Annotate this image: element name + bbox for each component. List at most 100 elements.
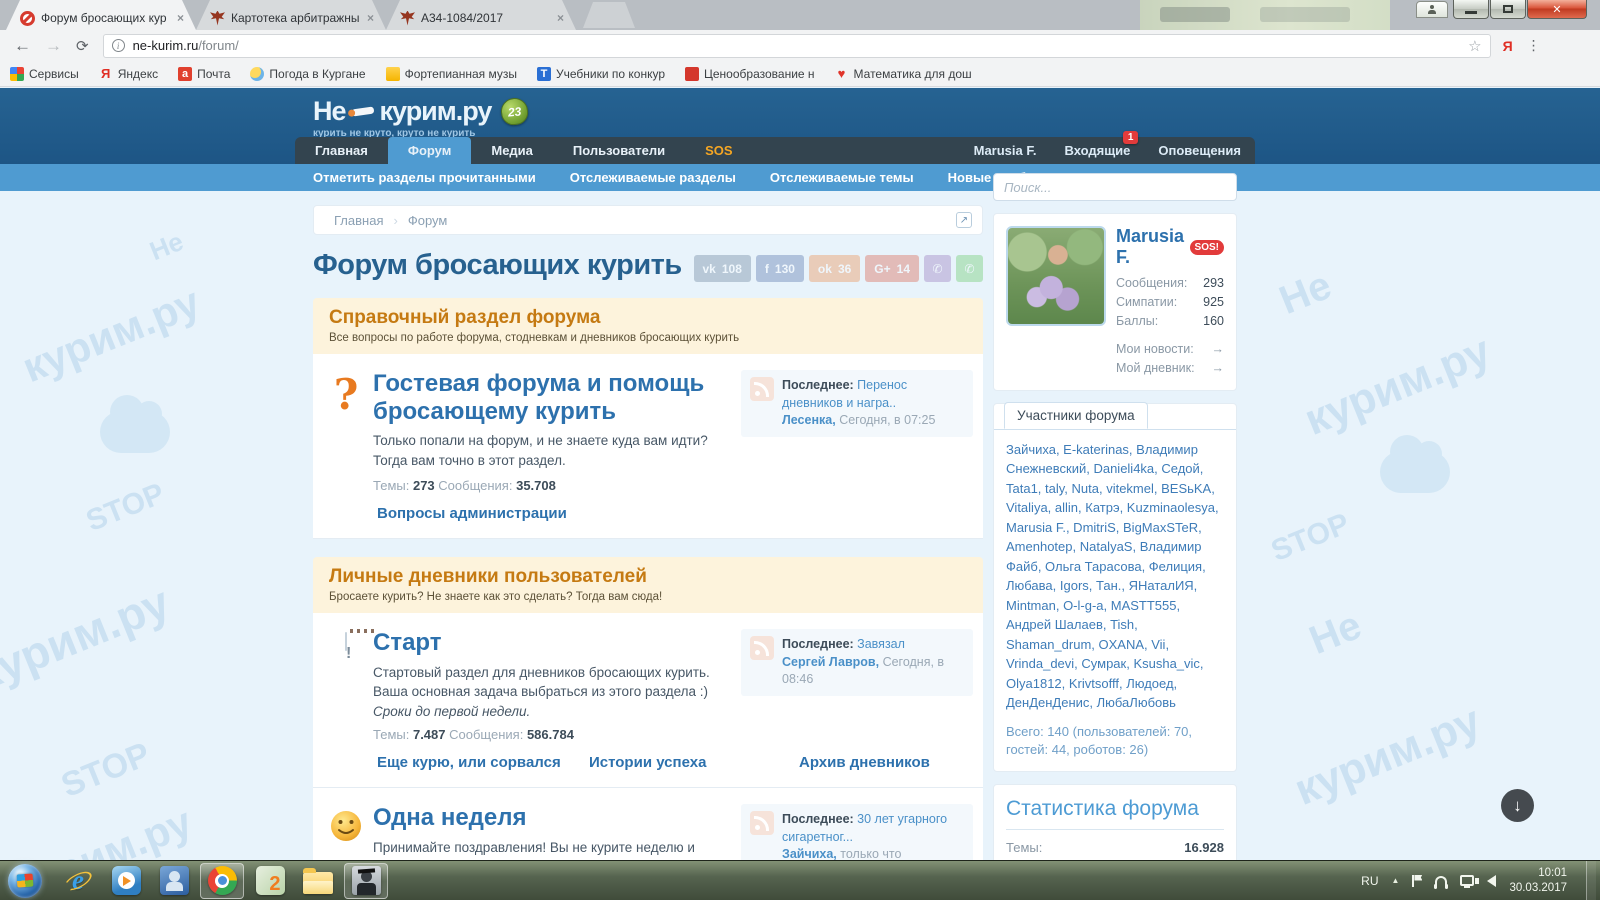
nav-media[interactable]: Медиа [471, 137, 553, 164]
forum-subnav: Отметить разделы прочитанными Отслеживае… [0, 164, 1600, 191]
messenger-icon [159, 866, 189, 895]
site-logo[interactable]: Не курим.ру 23 курить не круто, круто не… [313, 96, 530, 139]
viber-share-button[interactable]: ✆ [924, 255, 951, 282]
last-post-author[interactable]: Сергей Лавров, [782, 655, 879, 669]
taskbar-messenger[interactable] [152, 863, 196, 899]
page-info-icon[interactable]: i [111, 39, 125, 52]
subforum-admin-questions[interactable]: Вопросы администрации [377, 505, 567, 522]
nav-home[interactable]: Главная [295, 137, 388, 164]
vk-icon: vk [702, 261, 716, 276]
action-center-flag-icon[interactable] [1412, 874, 1422, 887]
sos-badge[interactable]: SOS! [1189, 239, 1224, 255]
bookmark-mail[interactable]: a Почта [178, 66, 230, 81]
forward-icon[interactable]: → [45, 36, 62, 56]
start-button[interactable] [8, 863, 42, 898]
nav-inbox[interactable]: Входящие 1 [1050, 131, 1144, 158]
browser-tab-2[interactable]: Картотека арбитражны × [196, 0, 386, 30]
breadcrumb-forum[interactable]: Форум [398, 213, 458, 228]
search-input[interactable] [993, 173, 1237, 201]
taskbar-consultant-app[interactable] [344, 862, 388, 899]
profile-card: Marusia F. SOS! Сообщения: 293 Симпатии: 9… [993, 213, 1237, 391]
show-desktop-button[interactable] [1586, 860, 1596, 900]
chrome-menu-icon[interactable]: ⋮ [1527, 37, 1542, 54]
nav-users[interactable]: Пользователи [553, 137, 685, 164]
last-post-author[interactable]: Зайчиха, [782, 847, 837, 860]
my-diary-link[interactable]: Мой дневник: → [1116, 359, 1224, 378]
last-post-link[interactable]: Завязал [857, 637, 905, 651]
category-title[interactable]: Справочный раздел форума [329, 307, 967, 329]
members-list[interactable]: Зайчиха, E-katerinas, Владимир Снежневск… [1006, 440, 1224, 713]
yandex-icon: Я [101, 66, 111, 81]
googleplus-share-button[interactable]: G+ 14 [865, 255, 919, 282]
scroll-down-button[interactable]: ↓ [1501, 789, 1534, 822]
taskbar-chrome[interactable] [200, 862, 244, 899]
system-tray: RU ▲ 10:01 30.03.2017 [1361, 860, 1600, 900]
odnoklassniki-share-button[interactable]: ok 36 [808, 255, 861, 282]
bookmark-piano-music[interactable]: Фортепианная музы [385, 66, 517, 81]
subnav-watched-topics[interactable]: Отслеживаемые темы [770, 170, 914, 185]
last-post-author[interactable]: Лесенка, [782, 413, 836, 427]
nav-alerts[interactable]: Оповещения [1144, 143, 1255, 158]
professor-icon [351, 866, 381, 895]
members-tab[interactable]: Участники форума [1004, 401, 1148, 429]
windows-taskbar: e 2 RU ▲ 10:01 30.03.2017 [0, 860, 1600, 900]
maximize-button[interactable] [1490, 0, 1526, 19]
vk-share-button[interactable]: vk 108 [693, 255, 751, 282]
windows-flag-icon [16, 872, 34, 888]
taskbar-media-player[interactable] [104, 863, 148, 899]
tab-close-icon[interactable]: × [365, 11, 376, 25]
category-title[interactable]: Личные дневники пользователей [329, 566, 967, 588]
network-icon[interactable] [1460, 875, 1475, 888]
language-indicator[interactable]: RU [1361, 874, 1378, 888]
avatar[interactable] [1006, 226, 1106, 326]
subnav-watched-sections[interactable]: Отслеживаемые разделы [570, 170, 736, 185]
facebook-share-button[interactable]: f 130 [755, 255, 804, 282]
tab-close-icon[interactable]: × [555, 11, 566, 25]
volume-icon[interactable] [1475, 874, 1497, 887]
show-hidden-icons[interactable]: ▲ [1392, 876, 1400, 885]
reload-icon[interactable]: ⟳ [76, 37, 89, 55]
subnav-mark-read[interactable]: Отметить разделы прочитанными [313, 170, 536, 185]
subforum-diary-archive[interactable]: Архив дневников [799, 754, 930, 771]
browser-tab-1[interactable]: Форум бросающих кур × [6, 0, 196, 30]
browser-tab-3[interactable]: А34-1084/2017 × [386, 0, 576, 30]
headset-icon[interactable] [1434, 876, 1449, 889]
profile-name[interactable]: Marusia F. [1116, 226, 1190, 268]
t-icon: T [536, 66, 551, 81]
logo-text-ne: Не [313, 96, 347, 126]
bookmark-math[interactable]: ♥ Математика для дош [835, 66, 972, 81]
bookmark-pricing[interactable]: Ценообразование н [685, 66, 815, 81]
bookmark-services[interactable]: Сервисы [10, 66, 79, 81]
new-tab-button[interactable] [583, 2, 635, 28]
bookmark-textbooks[interactable]: T Учебники по конкур [536, 66, 665, 81]
close-button[interactable]: ✕ [1527, 0, 1587, 19]
external-link-icon[interactable]: ↗ [956, 212, 972, 228]
node-title[interactable]: Старт [373, 629, 727, 657]
whatsapp-share-button[interactable]: ✆ [956, 255, 983, 282]
minimize-button[interactable] [1453, 0, 1489, 19]
subforum-still-smoking[interactable]: Еще курю, или сорвался [377, 754, 589, 771]
node-title[interactable]: Гостевая форума и помощь бросающему кури… [373, 370, 727, 425]
node-title[interactable]: Одна неделя [373, 804, 727, 832]
tab-close-icon[interactable]: × [175, 11, 186, 25]
taskbar-2gis[interactable]: 2 [248, 863, 292, 899]
nav-sos[interactable]: SOS [685, 137, 752, 164]
nav-forum[interactable]: Форум [387, 137, 472, 164]
nav-username[interactable]: Marusia F. [960, 143, 1051, 158]
subforum-success-stories[interactable]: Истории успеха [589, 754, 799, 771]
address-bar[interactable]: i ne-kurim.ru/forum/ ☆ [102, 33, 1491, 58]
site-header: Не курим.ру 23 курить не круто, круто не… [0, 88, 1600, 164]
window-profile-button[interactable] [1416, 1, 1448, 18]
bookmark-star-icon[interactable]: ☆ [1468, 37, 1481, 55]
last-post: Последнее: 30 лет угарного сигаретног...… [741, 804, 973, 860]
taskbar-explorer[interactable] [296, 863, 340, 899]
browser-tab-strip: Форум бросающих кур × Картотека арбитраж… [0, 0, 1600, 30]
bookmark-weather[interactable]: Погода в Кургане [250, 66, 366, 81]
my-news-link[interactable]: Мои новости: → [1116, 340, 1224, 359]
bookmark-yandex[interactable]: Я Яндекс [99, 66, 158, 81]
taskbar-internet-explorer[interactable]: e [56, 863, 100, 899]
back-icon[interactable]: ← [14, 36, 31, 56]
taskbar-clock[interactable]: 10:01 30.03.2017 [1509, 866, 1573, 895]
breadcrumb-home[interactable]: Главная [324, 213, 393, 228]
yandex-extension-icon[interactable]: Я [1503, 38, 1513, 54]
